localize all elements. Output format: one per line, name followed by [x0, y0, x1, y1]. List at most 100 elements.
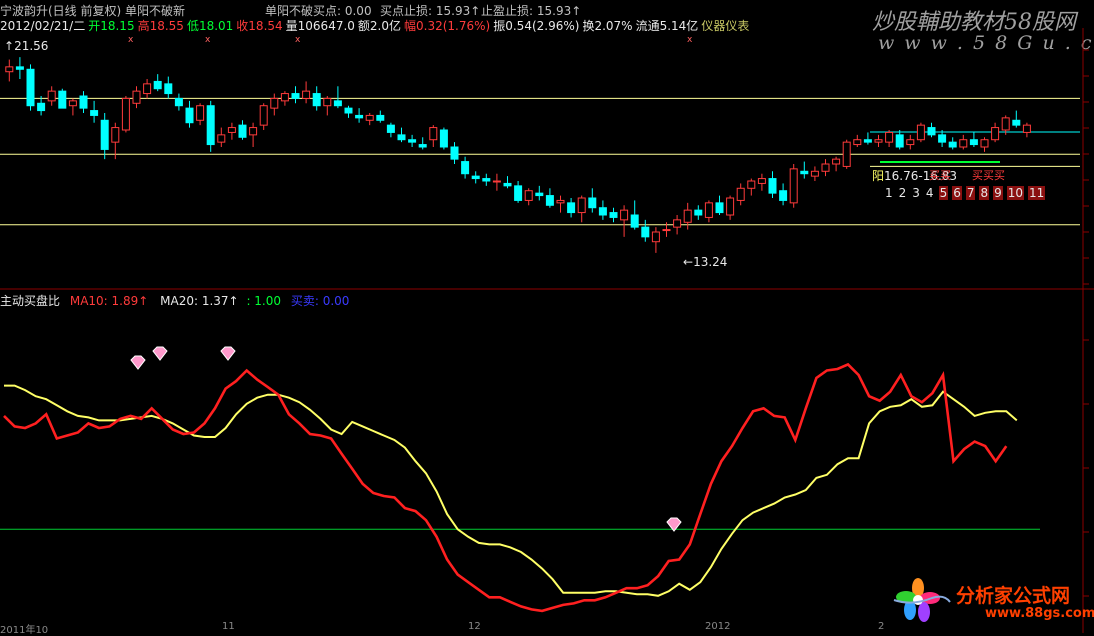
- candle-body: [662, 229, 671, 232]
- candle-body: [906, 139, 915, 146]
- candle-body: [980, 139, 989, 148]
- candle-body: [121, 97, 130, 131]
- candle-body: [991, 127, 1000, 141]
- count-item: 3: [912, 186, 920, 200]
- count-item: 11: [1028, 186, 1046, 200]
- count-row: 1 2 3 4 5 6 7 8 9 10 11: [884, 186, 1049, 200]
- candle-body: [376, 114, 385, 121]
- candle-body: [37, 102, 46, 112]
- candle-body: [482, 178, 491, 182]
- candle-body: [471, 175, 480, 180]
- candle-body: [885, 131, 894, 143]
- candle-body: [15, 66, 24, 70]
- zone-label-1: 买买: [929, 169, 951, 182]
- candle-body: [779, 190, 788, 201]
- stock-chart: xxxx: [0, 28, 1094, 633]
- watermark-bottom-title: 分析家公式网: [956, 585, 1071, 607]
- candle-body: [810, 170, 819, 177]
- count-item: 6: [952, 186, 962, 200]
- candle-body: [397, 134, 406, 141]
- candle-body: [259, 105, 268, 126]
- watermark-bottom-url: www.88gs.com: [985, 606, 1094, 621]
- candle-body: [514, 185, 523, 201]
- level-value: : 1.00: [246, 294, 282, 308]
- candle-body: [238, 124, 247, 138]
- candle-body: [312, 93, 321, 107]
- candle-body: [461, 161, 470, 175]
- candle-body: [1022, 124, 1031, 133]
- date-tick: 2: [878, 621, 885, 632]
- date-tick: 11: [222, 621, 235, 632]
- candle-body: [355, 114, 364, 119]
- date-tick: 2011年10: [0, 625, 49, 636]
- date-tick: 2012: [705, 621, 731, 632]
- candle-body: [651, 231, 660, 243]
- candle-body: [620, 209, 629, 221]
- candle-body: [969, 139, 978, 146]
- candle-body: [895, 134, 904, 148]
- candle-body: [874, 139, 883, 143]
- candle-body: [408, 139, 417, 143]
- candle-body: [79, 95, 88, 109]
- candle-body: [567, 202, 576, 214]
- candle-body: [386, 124, 395, 133]
- date-axis: 2011年10 11 12 2012 2: [0, 621, 1094, 636]
- flower-logo-icon: [893, 578, 951, 622]
- candle-body: [588, 197, 597, 209]
- candle-body: [747, 180, 756, 189]
- candle-body: [842, 141, 851, 167]
- candle-body: [673, 219, 682, 228]
- candle-body: [694, 209, 703, 216]
- count-item: 2: [898, 186, 907, 200]
- candle-body: [280, 93, 289, 102]
- low-price-label: ←13.24: [683, 255, 728, 269]
- candle-body: [174, 97, 183, 107]
- candle-body: [344, 107, 353, 114]
- signal-mark: x: [295, 35, 301, 45]
- candle-body: [227, 127, 236, 133]
- count-item: 5: [938, 186, 949, 200]
- zone-label-2: 买买买: [972, 169, 1005, 182]
- candle-body: [736, 187, 745, 201]
- diamond-icon: [152, 346, 168, 361]
- candle-body: [418, 144, 427, 148]
- series-line-ma10: [3, 362, 1008, 613]
- candle-body: [1012, 119, 1021, 126]
- candle-body: [948, 141, 957, 148]
- candle-body: [545, 195, 554, 206]
- candle-body: [249, 127, 258, 136]
- candle-body: [800, 170, 809, 175]
- candle-body: [789, 168, 798, 204]
- candle-body: [132, 90, 141, 104]
- candle-body: [1001, 117, 1010, 131]
- candle-body: [959, 139, 968, 148]
- candle-body: [535, 192, 544, 197]
- candle-body: [927, 127, 936, 136]
- candle-body: [832, 158, 841, 165]
- candle-body: [323, 97, 332, 107]
- count-item: 4: [925, 186, 934, 200]
- candle-body: [556, 199, 565, 204]
- candle-body: [68, 100, 77, 107]
- indicator-panel: [0, 339, 1089, 613]
- signal-mark: x: [205, 35, 211, 45]
- count-item: 7: [965, 186, 976, 200]
- candle-body: [715, 202, 724, 214]
- candle-body: [26, 68, 35, 107]
- high-price-label: ↑21.56: [4, 39, 49, 53]
- signal-mark: x: [128, 35, 134, 45]
- candle-body: [100, 119, 109, 150]
- candle-body: [291, 93, 300, 99]
- count-item: 10: [1006, 186, 1025, 200]
- candle-body: [5, 66, 14, 73]
- candle-body: [853, 139, 862, 146]
- candle-body: [111, 127, 120, 143]
- buy-sell-value: 买卖: 0.00: [290, 294, 350, 308]
- candle-body: [598, 207, 607, 216]
- candle-body: [196, 105, 205, 121]
- count-item: 1: [885, 186, 893, 200]
- date-tick: 12: [468, 621, 481, 632]
- candle-body: [768, 178, 777, 194]
- signal-mark: x: [687, 35, 693, 45]
- candle-body: [185, 107, 194, 124]
